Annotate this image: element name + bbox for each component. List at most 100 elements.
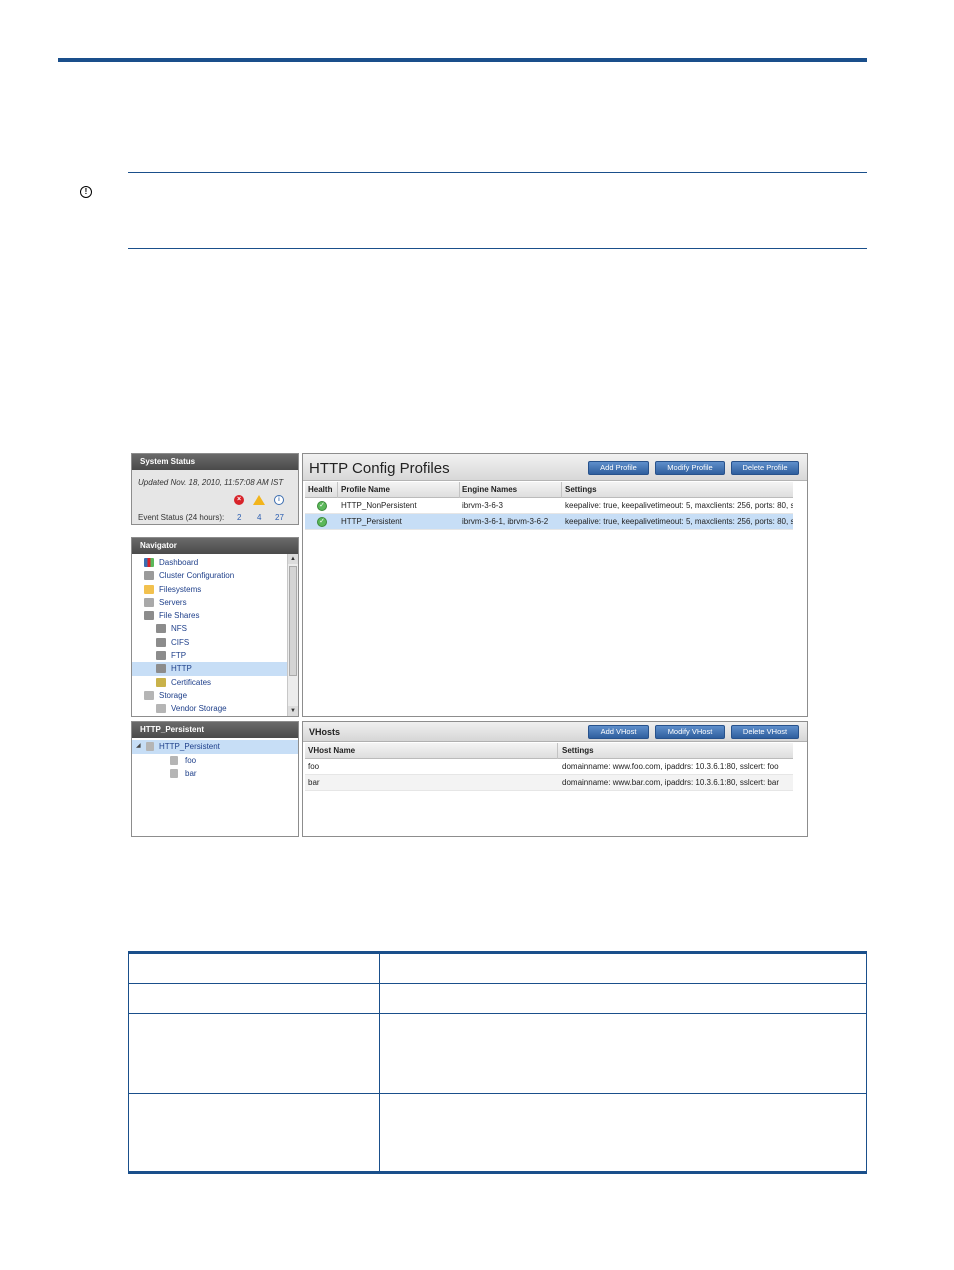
nav-item-label: NFS — [171, 624, 187, 634]
nav-item-label: HTTP — [171, 664, 192, 674]
info-icon: i — [274, 495, 284, 505]
table-row-rule — [128, 1013, 867, 1014]
profile-tree-header: HTTP_Persistent — [132, 722, 298, 738]
nav-item-label: Dashboard — [159, 558, 199, 567]
col-engine-names[interactable]: Engine Names — [462, 482, 517, 498]
navigator-panel: Navigator Dashboard Cluster Configuration… — [131, 537, 299, 717]
nav-item-nfs[interactable]: NFS — [132, 622, 298, 635]
profiles-grid: Health Profile Name Engine Names Setting… — [305, 482, 793, 530]
scroll-up-icon[interactable]: ▲ — [288, 554, 298, 564]
settings-cell: keepalive: true, keepalivetimeout: 5, ma… — [565, 501, 793, 510]
vhost-name-cell: foo — [308, 762, 320, 771]
tree-item-label: foo — [185, 755, 197, 765]
vhost-settings-cell: domainname: www.bar.com, ipaddrs: 10.3.6… — [562, 778, 779, 787]
nav-item-label: Servers — [159, 597, 187, 607]
nav-item-vendor-storage[interactable]: Vendor Storage — [132, 702, 298, 715]
vhosts-title: VHosts — [309, 727, 341, 737]
nav-item-certificates[interactable]: Certificates — [132, 676, 298, 689]
server-icon — [144, 597, 154, 607]
vhosts-panel: VHosts Add VHost Modify VHost Delete VHo… — [302, 721, 808, 837]
modify-vhost-button[interactable]: Modify VHost — [655, 725, 725, 739]
nav-item-label: Storage — [159, 690, 188, 700]
nav-item-cluster-configuration[interactable]: Cluster Configuration — [132, 569, 298, 582]
profile-tree-panel: HTTP_Persistent ◢ HTTP_Persistentfoo bar — [131, 721, 299, 837]
nav-item-label: Filesystems — [159, 584, 202, 594]
tree-item-label: HTTP_Persistent — [159, 742, 220, 751]
table-column-divider — [379, 951, 380, 1174]
nav-item-dashboard[interactable]: Dashboard — [132, 556, 298, 569]
settings-cell: keepalive: true, keepalivetimeout: 5, ma… — [565, 517, 793, 526]
tree-item-http-persistent[interactable]: ◢ HTTP_Persistent — [132, 740, 298, 754]
expand-icon[interactable]: ◢ — [136, 740, 141, 753]
health-ok-icon: ✓ — [317, 517, 327, 527]
nav-item-http[interactable]: HTTP — [132, 662, 298, 676]
add-vhost-button[interactable]: Add VHost — [588, 725, 649, 739]
navigator-header: Navigator — [132, 538, 298, 554]
tree-item-bar[interactable]: bar — [132, 767, 298, 781]
management-console-screenshot: System Status Updated Nov. 18, 2010, 11:… — [131, 453, 808, 837]
nav-item-label: Cluster Configuration — [159, 571, 235, 581]
tree-item-label: bar — [185, 769, 197, 778]
table-row-rule — [128, 1093, 867, 1094]
health-ok-icon: ✓ — [317, 501, 327, 511]
scroll-down-icon[interactable]: ▼ — [288, 706, 298, 716]
col-health[interactable]: Health — [308, 482, 332, 498]
share-icon — [156, 624, 166, 634]
nav-item-storage[interactable]: Storage — [132, 689, 298, 702]
vhosts-grid-header: VHost Name Settings — [305, 743, 793, 759]
profile-name-cell: HTTP_Persistent — [341, 517, 402, 526]
vhosts-grid: VHost Name Settings foo domainname: www.f… — [305, 743, 793, 791]
nav-item-servers[interactable]: Servers — [132, 596, 298, 609]
navigator-list: Dashboard Cluster Configuration Filesystem… — [132, 554, 298, 716]
col-settings[interactable]: Settings — [565, 482, 597, 498]
nav-item-label: Certificates — [171, 677, 212, 687]
scroll-thumb[interactable] — [289, 566, 297, 676]
system-status-panel: System Status Updated Nov. 18, 2010, 11:… — [131, 453, 299, 525]
vhost-row[interactable]: foo domainname: www.foo.com, ipaddrs: 10.… — [305, 759, 793, 775]
profile-row[interactable]: ✓ HTTP_Persistent ibrvm-3-6-1, ibrvm-3-6-2… — [305, 514, 793, 530]
nav-item-cifs[interactable]: CIFS — [132, 636, 298, 649]
table-header-rule — [128, 983, 867, 984]
add-profile-button[interactable]: Add Profile — [588, 461, 649, 475]
vhost-name-cell: bar — [308, 778, 320, 787]
profile-name-cell: HTTP_NonPersistent — [341, 501, 417, 510]
col-profile-name[interactable]: Profile Name — [341, 482, 390, 498]
profiles-grid-header: Health Profile Name Engine Names Setting… — [305, 482, 793, 498]
delete-profile-button[interactable]: Delete Profile — [731, 461, 799, 475]
profile-row[interactable]: ✓ HTTP_NonPersistent ibrvm-3-6-3 keepalive:… — [305, 498, 793, 514]
profiles-title: HTTP Config Profiles — [309, 460, 450, 477]
vhost-row[interactable]: bar domainname: www.bar.com, ipaddrs: 10.… — [305, 775, 793, 791]
nav-item-filesystems[interactable]: Filesystems — [132, 583, 298, 596]
event-status-label: Event Status (24 hours): — [138, 513, 225, 522]
nav-item-label: FTP — [171, 651, 187, 661]
exclamation-circle-icon: ! — [80, 186, 92, 198]
modify-profile-button[interactable]: Modify Profile — [655, 461, 725, 475]
delete-vhost-button[interactable]: Delete VHost — [731, 725, 799, 739]
profile-tree: ◢ HTTP_Persistentfoo bar — [132, 738, 298, 781]
table-left-border — [128, 951, 129, 1174]
col-vhost-name[interactable]: VHost Name — [308, 743, 355, 759]
vhost-settings-cell: domainname: www.foo.com, ipaddrs: 10.3.6… — [562, 762, 779, 771]
status-updated-text: Updated Nov. 18, 2010, 11:57:08 AM IST — [138, 478, 284, 487]
share-icon — [156, 651, 166, 661]
navigator-scrollbar[interactable]: ▲ ▼ — [287, 554, 298, 716]
folder-icon — [144, 584, 154, 594]
document-icon — [146, 742, 154, 751]
storage-icon — [144, 690, 154, 700]
tree-item-foo[interactable]: foo — [132, 754, 298, 768]
document-icon — [170, 755, 178, 765]
nav-item-ftp[interactable]: FTP — [132, 649, 298, 662]
warning-count[interactable]: 4 — [257, 513, 261, 522]
info-count[interactable]: 27 — [275, 513, 284, 522]
note-top-rule — [128, 172, 867, 173]
top-rule — [58, 58, 867, 62]
col-vhost-settings[interactable]: Settings — [562, 743, 594, 759]
error-count[interactable]: 2 — [237, 513, 241, 522]
nav-item-label: Vendor Storage — [171, 704, 227, 714]
table-top-rule — [128, 951, 867, 954]
nav-item-file-shares[interactable]: File Shares — [132, 609, 298, 622]
gear-icon — [144, 571, 154, 581]
document-icon — [170, 769, 178, 778]
table-right-border — [866, 951, 867, 1174]
certificate-icon — [156, 677, 166, 687]
